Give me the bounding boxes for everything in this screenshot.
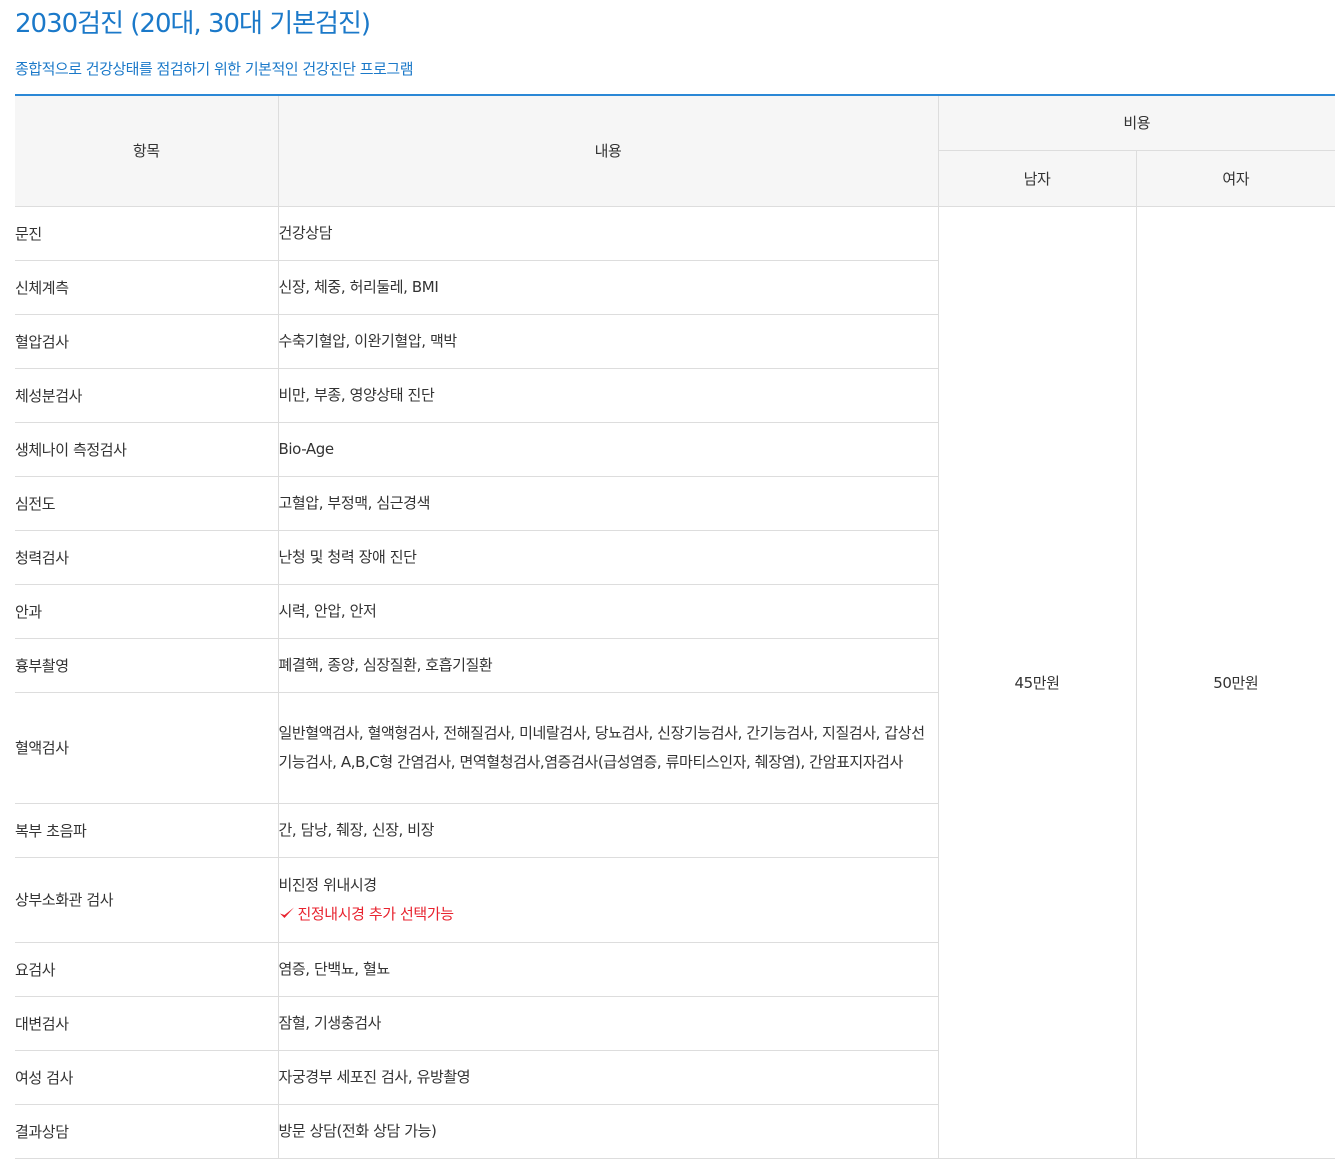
header-content: 내용 xyxy=(277,95,938,207)
row-content: 건강상담 xyxy=(277,206,938,261)
row-item: 여성 검사 xyxy=(15,1050,278,1105)
row-item: 혈압검사 xyxy=(15,314,278,369)
row-item: 문진 xyxy=(15,206,278,261)
row-content: 비진정 위내시경 xyxy=(278,875,378,894)
row-content: 난청 및 청력 장애 진단 xyxy=(277,530,938,585)
exam-table: 항목 내용 비용 남자 여자 문진 건강상담 45만원 50만원 신체계측 신장… xyxy=(15,94,1335,1159)
row-content: 비만, 부종, 영양상태 진단 xyxy=(277,368,938,423)
row-item: 요검사 xyxy=(15,942,278,997)
header-male: 남자 xyxy=(937,150,1136,207)
row-content: Bio-Age xyxy=(277,422,938,477)
row-content: 시력, 안압, 안저 xyxy=(277,584,938,639)
price-male: 45만원 xyxy=(937,206,1136,1159)
optional-note: 진정내시경 추가 선택가능 xyxy=(279,900,938,929)
row-content-cell: 비진정 위내시경 진정내시경 추가 선택가능 xyxy=(277,857,938,943)
header-item: 항목 xyxy=(15,95,278,207)
row-item: 청력검사 xyxy=(15,530,278,585)
row-content: 자궁경부 세포진 검사, 유방촬영 xyxy=(277,1050,938,1105)
page-title: 2030검진 (20대, 30대 기본검진) xyxy=(15,9,371,39)
row-item: 심전도 xyxy=(15,476,278,531)
row-content: 방문 상담(전화 상담 가능) xyxy=(277,1104,938,1159)
row-content: 간, 담낭, 췌장, 신장, 비장 xyxy=(277,803,938,858)
table-row: 문진 건강상담 45만원 50만원 xyxy=(15,206,1335,1159)
row-item: 안과 xyxy=(15,584,278,639)
row-item: 생체나이 측정검사 xyxy=(15,422,278,477)
row-item: 대변검사 xyxy=(15,996,278,1051)
row-item: 체성분검사 xyxy=(15,368,278,423)
header-female: 여자 xyxy=(1135,150,1335,207)
row-content: 일반혈액검사, 혈액형검사, 전해질검사, 미네랄검사, 당뇨검사, 신장기능검… xyxy=(277,692,938,804)
row-item: 흉부촬영 xyxy=(15,638,278,693)
optional-note-text: 진정내시경 추가 선택가능 xyxy=(297,904,455,923)
row-item: 상부소화관 검사 xyxy=(15,857,278,943)
row-content: 염증, 단백뇨, 혈뇨 xyxy=(277,942,938,997)
row-content: 폐결핵, 종양, 심장질환, 호흡기질환 xyxy=(277,638,938,693)
row-item: 혈액검사 xyxy=(15,692,278,804)
row-item: 결과상담 xyxy=(15,1104,278,1159)
row-content: 잠혈, 기생충검사 xyxy=(277,996,938,1051)
row-content: 신장, 체중, 허리둘레, BMI xyxy=(277,260,938,315)
row-item: 신체계측 xyxy=(15,260,278,315)
row-item: 복부 초음파 xyxy=(15,803,278,858)
row-content: 수축기혈압, 이완기혈압, 맥박 xyxy=(277,314,938,369)
row-content: 고혈압, 부정맥, 심근경색 xyxy=(277,476,938,531)
checkmark-icon xyxy=(279,907,294,918)
header-cost: 비용 xyxy=(937,95,1335,151)
price-female: 50만원 xyxy=(1135,206,1335,1159)
page-subtitle: 종합적으로 건강상태를 점검하기 위한 기본적인 건강진단 프로그램 xyxy=(15,60,414,78)
